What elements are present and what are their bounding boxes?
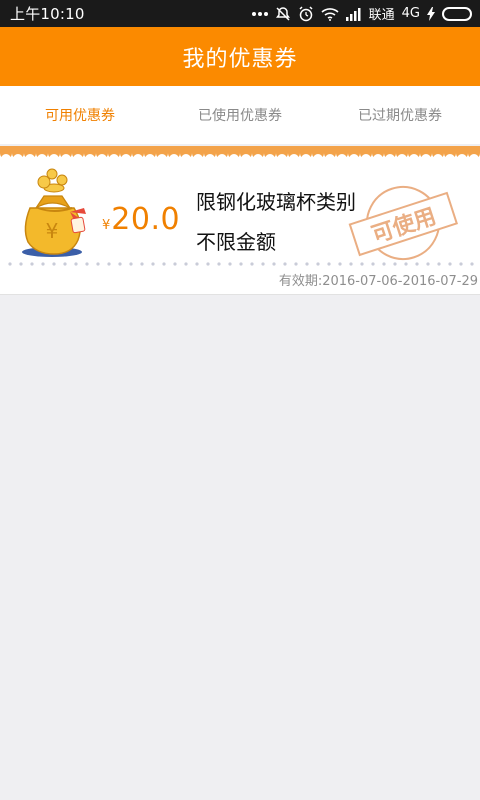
tab-expired[interactable]: 已过期优惠券 — [320, 86, 480, 144]
currency-symbol: ¥ — [102, 218, 111, 233]
header: 我的优惠券 — [0, 27, 480, 86]
coupon-validity: 有效期:2016-07-06-2016-07-29 — [278, 274, 478, 289]
coupon-limit: 不限金额 — [196, 230, 276, 254]
svg-text:¥: ¥ — [46, 219, 59, 243]
mute-bell-icon — [275, 6, 291, 22]
charging-icon — [427, 6, 435, 22]
coupon-value: 20.0 — [111, 202, 181, 237]
money-bag-icon: ¥ — [22, 168, 86, 257]
network-label: 4G — [401, 6, 420, 21]
alarm-icon — [298, 5, 314, 22]
status-bar: 上午10:10 联通 4G — [0, 0, 480, 27]
signal-icon — [345, 6, 362, 22]
usable-stamp: 可使用 — [348, 186, 459, 260]
status-time: 上午10:10 — [10, 5, 85, 23]
coupon-divider — [8, 262, 474, 266]
coupon-amount: ¥ 20.0 — [102, 202, 180, 237]
status-icons: 联通 4G — [251, 4, 472, 23]
coupon-category: 限钢化玻璃杯类别 — [196, 190, 356, 214]
more-dots-icon — [251, 6, 268, 22]
wifi-icon — [321, 6, 339, 22]
battery-icon — [442, 6, 472, 21]
tab-bar: 可用优惠券 已使用优惠券 已过期优惠券 — [0, 86, 480, 144]
tab-used[interactable]: 已使用优惠券 — [160, 86, 320, 144]
coupon-card[interactable]: ¥ ¥ 20.0 限钢化玻璃杯类别 不限金额 可使用 有效期:2016-07-0… — [0, 146, 480, 295]
carrier-label: 联通 — [368, 8, 395, 23]
coupon-scallop-edge — [0, 146, 480, 162]
coupon-description: 限钢化玻璃杯类别 不限金额 — [196, 182, 356, 262]
page-title: 我的优惠券 — [182, 46, 298, 72]
tab-available[interactable]: 可用优惠券 — [0, 86, 160, 144]
